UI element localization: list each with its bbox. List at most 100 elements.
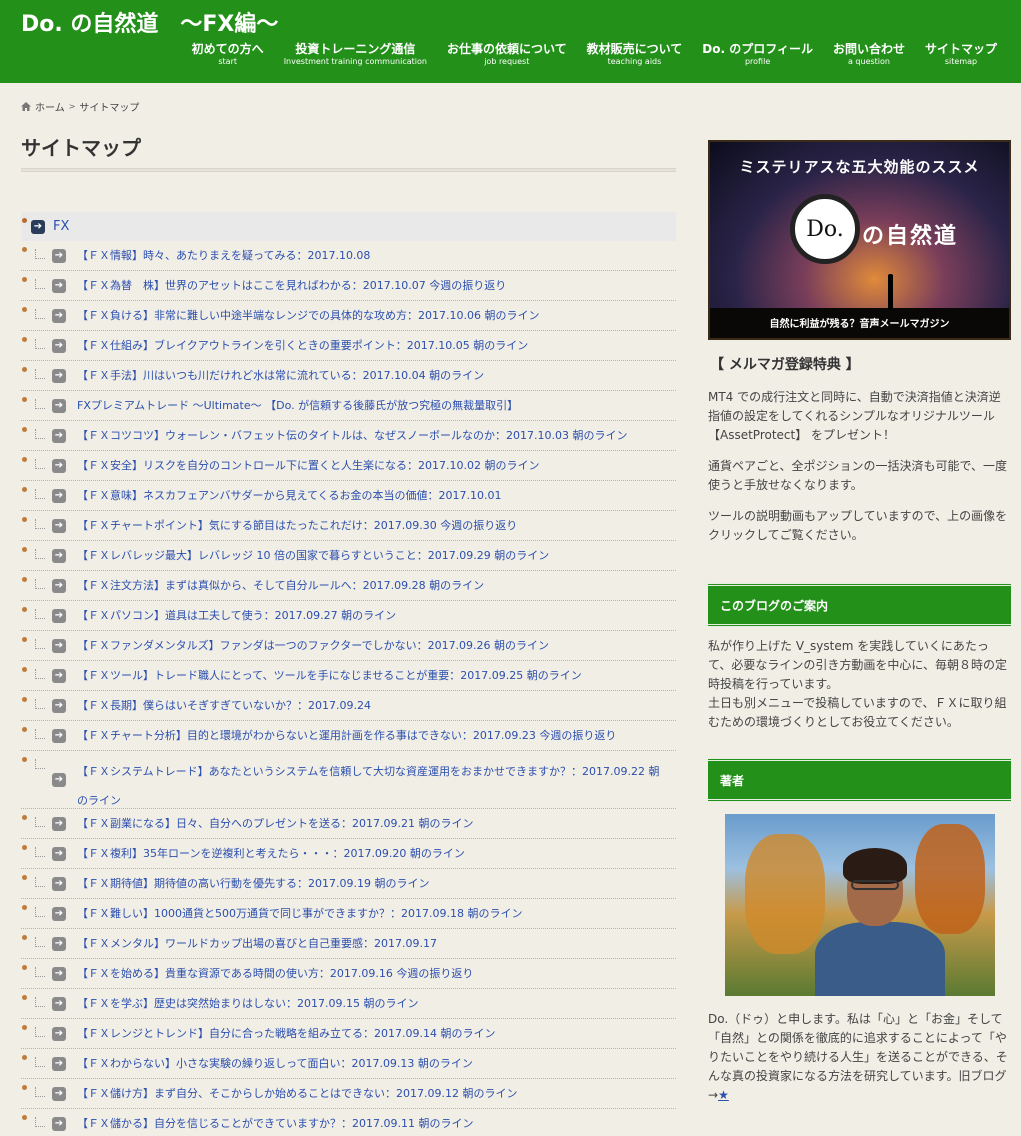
nav-item-job-request[interactable]: お仕事の依頼について job request xyxy=(437,42,577,72)
post-link[interactable]: 【ＦＸパソコン】道具は工夫して使う：2017.09.27 朝のライン xyxy=(77,601,396,630)
post-link[interactable]: 【ＦＸコツコツ】ウォーレン・バフェット伝のタイトルは、なぜスノーボールなのか：2… xyxy=(77,421,627,450)
post-link[interactable]: 【ＦＸ副業になる】日々、自分へのプレゼントを送る：2017.09.21 朝のライ… xyxy=(77,809,473,838)
bullet-dot xyxy=(22,875,27,880)
post-link[interactable]: 【ＦＸ複利】35年ローンを逆複利と考えたら・・・：2017.09.20 朝のライ… xyxy=(77,839,465,868)
nav-item-start[interactable]: 初めての方へ start xyxy=(182,42,274,72)
post-link[interactable]: 【ＦＸを学ぶ】歴史は突然始まりはしない：2017.09.15 朝のライン xyxy=(77,989,418,1018)
mailmag-heading: 【 メルマガ登録特典 】 xyxy=(710,357,860,373)
bullet-dot xyxy=(22,757,27,762)
list-item[interactable]: ➔ 【ＦＸチャート分析】目的と環境がわからないと運用計画を作る事はできない：201… xyxy=(21,721,676,751)
home-icon[interactable] xyxy=(21,102,31,111)
list-item[interactable]: ➔ 【ＦＸパソコン】道具は工夫して使う：2017.09.27 朝のライン xyxy=(21,601,676,631)
breadcrumb: ホーム > サイトマップ xyxy=(21,99,139,114)
list-item[interactable]: ➔ 【ＦＸ難しい】1000通貨と500万通貨で同じ事ができますか？：2017.09… xyxy=(21,899,676,929)
list-item[interactable]: ➔ 【ＦＸツール】トレード職人にとって、ツールを手になじませることが重要：2017… xyxy=(21,661,676,691)
post-link[interactable]: 【ＦＸメンタル】ワールドカップ出場の喜びと自己重要感：2017.09.17 xyxy=(77,929,437,958)
blog-guide-text: 私が作り上げた V_system を実践していくにあたって、必要なラインの引き方… xyxy=(708,637,1011,732)
post-link[interactable]: 【ＦＸチャート分析】目的と環境がわからないと運用計画を作る事はできない：2017… xyxy=(77,721,616,750)
post-link[interactable]: 【ＦＸ安全】リスクを自分のコントロール下に置くと人生楽になる：2017.10.0… xyxy=(77,451,539,480)
photo-person-hair xyxy=(842,848,907,884)
arrow-right-icon: ➔ xyxy=(52,429,66,443)
list-item[interactable]: ➔ 【ＦＸ複利】35年ローンを逆複利と考えたら・・・：2017.09.20 朝のラ… xyxy=(21,839,676,869)
post-link[interactable]: 【ＦＸ為替 株】世界のアセットはここを見ればわかる：2017.10.07 今週の… xyxy=(77,271,506,300)
list-item[interactable]: ➔ 【ＦＸファンダメンタルズ】ファンダは一つのファクターでしかない：2017.09… xyxy=(21,631,676,661)
sidebar: ミステリアスな五大効能のススメ Do. の自然道 自然に利益が残る？音声メールマ… xyxy=(708,140,1011,1105)
post-link[interactable]: 【ＦＸ仕組み】ブレイクアウトラインを引くときの重要ポイント：2017.10.05… xyxy=(77,331,528,360)
post-link[interactable]: FXプレミアムトレード ～Ultimate～ 【Do. が信頼する後藤氏が放つ究… xyxy=(77,391,518,420)
bullet-dot xyxy=(22,1055,27,1060)
mailmag-banner[interactable]: ミステリアスな五大効能のススメ Do. の自然道 自然に利益が残る？音声メールマ… xyxy=(708,140,1011,340)
list-item[interactable]: ➔ 【ＦＸ為替 株】世界のアセットはここを見ればわかる：2017.10.07 今週… xyxy=(21,271,676,301)
post-link[interactable]: 【ＦＸレンジとトレンド】自分に合った戦略を組み立てる：2017.09.14 朝の… xyxy=(77,1019,495,1048)
list-item[interactable]: ➔ 【ＦＸコツコツ】ウォーレン・バフェット伝のタイトルは、なぜスノーボールなのか：… xyxy=(21,421,676,451)
post-link[interactable]: 【ＦＸ情報】時々、あたりまえを疑ってみる：2017.10.08 xyxy=(77,241,370,270)
list-item[interactable]: ➔ FXプレミアムトレード ～Ultimate～ 【Do. が信頼する後藤氏が放つ… xyxy=(21,391,676,421)
bullet-dot xyxy=(22,637,27,642)
photo-tree xyxy=(914,824,985,934)
post-link[interactable]: 【ＦＸ儲け方】まず自分、そこからしか始めることはできない：2017.09.12 … xyxy=(77,1079,517,1108)
nav-item-training[interactable]: 投資トレーニング通信 Investment training communicat… xyxy=(274,42,437,72)
list-item[interactable]: ➔ 【ＦＸ期待値】期待値の高い行動を優先する：2017.09.19 朝のライン xyxy=(21,869,676,899)
category-row[interactable]: ➔ FX xyxy=(21,212,676,241)
post-link[interactable]: 【ＦＸ意味】ネスカフェアンバサダーから見えてくるお金の本当の価値：2017.10… xyxy=(77,481,501,510)
list-item[interactable]: ➔ 【ＦＸ儲かる】自分を信じることができていますか？：2017.09.11 朝のラ… xyxy=(21,1109,676,1136)
post-link[interactable]: 【ＦＸ儲かる】自分を信じることができていますか？：2017.09.11 朝のライ… xyxy=(77,1109,473,1136)
post-link[interactable]: 【ＦＸ注文方法】まずは真似から、そして自分ルールへ：2017.09.28 朝のラ… xyxy=(77,571,484,600)
tree-connector xyxy=(35,759,45,769)
arrow-right-icon: ➔ xyxy=(52,399,66,413)
list-item[interactable]: ➔ 【ＦＸを始める】貴重な資源である時間の使い方：2017.09.16 今週の振り… xyxy=(21,959,676,989)
nav-item-question[interactable]: お問い合わせ a question xyxy=(823,42,915,72)
post-link[interactable]: 【ＦＸ期待値】期待値の高い行動を優先する：2017.09.19 朝のライン xyxy=(77,869,429,898)
nav-item-sitemap[interactable]: サイトマップ sitemap xyxy=(915,42,1007,72)
tree-connector xyxy=(35,459,45,469)
list-item[interactable]: ➔ 【ＦＸ副業になる】日々、自分へのプレゼントを送る：2017.09.21 朝のラ… xyxy=(21,809,676,839)
post-link[interactable]: 【ＦＸ長期】僕らはいそぎすぎていないか？：2017.09.24 xyxy=(77,691,371,720)
tree-connector xyxy=(35,339,45,349)
list-item[interactable]: ➔ 【ＦＸわからない】小さな実験の繰り返しって面白い：2017.09.13 朝のラ… xyxy=(21,1049,676,1079)
post-link[interactable]: 【ＦＸ負ける】非常に難しい中途半端なレンジでの具体的な攻め方：2017.10.0… xyxy=(77,301,539,330)
list-item[interactable]: ➔ 【ＦＸ長期】僕らはいそぎすぎていないか？：2017.09.24 xyxy=(21,691,676,721)
list-item[interactable]: ➔ 【ＦＸ注文方法】まずは真似から、そして自分ルールへ：2017.09.28 朝の… xyxy=(21,571,676,601)
list-item[interactable]: ➔ 【ＦＸ負ける】非常に難しい中途半端なレンジでの具体的な攻め方：2017.10.… xyxy=(21,301,676,331)
list-item[interactable]: ➔ 【ＦＸ手法】川はいつも川だけれど水は常に流れている：2017.10.04 朝の… xyxy=(21,361,676,391)
bullet-dot xyxy=(22,815,27,820)
post-link[interactable]: 【ＦＸレバレッジ最大】レバレッジ 10 倍の国家で暮らすということ：2017.0… xyxy=(77,541,549,570)
post-link[interactable]: 【ＦＸを始める】貴重な資源である時間の使い方：2017.09.16 今週の振り返… xyxy=(77,959,473,988)
list-item[interactable]: ➔ 【ＦＸ仕組み】ブレイクアウトラインを引くときの重要ポイント：2017.10.0… xyxy=(21,331,676,361)
post-link[interactable]: 【ＦＸわからない】小さな実験の繰り返しって面白い：2017.09.13 朝のライ… xyxy=(77,1049,473,1078)
arrow-right-icon: ➔ xyxy=(52,773,66,787)
list-item[interactable]: ➔ 【ＦＸシステムトレード】あなたというシステムを信頼して大切な資産運用をおまかせ… xyxy=(21,751,676,809)
list-item[interactable]: ➔ 【ＦＸメンタル】ワールドカップ出場の喜びと自己重要感：2017.09.17 xyxy=(21,929,676,959)
tree-connector xyxy=(35,817,45,827)
tree-connector xyxy=(35,249,45,259)
list-item[interactable]: ➔ 【ＦＸ儲け方】まず自分、そこからしか始めることはできない：2017.09.12… xyxy=(21,1079,676,1109)
nav-item-profile[interactable]: Do. のプロフィール profile xyxy=(692,42,823,72)
list-item[interactable]: ➔ 【ＦＸレバレッジ最大】レバレッジ 10 倍の国家で暮らすということ：2017.… xyxy=(21,541,676,571)
post-link[interactable]: 【ＦＸファンダメンタルズ】ファンダは一つのファクターでしかない：2017.09.… xyxy=(77,631,549,660)
list-item[interactable]: ➔ 【ＦＸレンジとトレンド】自分に合った戦略を組み立てる：2017.09.14 朝… xyxy=(21,1019,676,1049)
category-link-fx[interactable]: FX xyxy=(53,219,69,234)
site-title[interactable]: Do. の自然道 ～FX編～ xyxy=(21,6,278,38)
list-item[interactable]: ➔ 【ＦＸチャートポイント】気にする節目はたったこれだけ：2017.09.30 今… xyxy=(21,511,676,541)
author-heading: 著者 xyxy=(708,758,1011,802)
arrow-right-icon: ➔ xyxy=(52,459,66,473)
nav-item-teaching-aids[interactable]: 教材販売について teaching aids xyxy=(577,42,693,72)
post-link[interactable]: 【ＦＸシステムトレード】あなたというシステムを信頼して大切な資産運用をおまかせで… xyxy=(77,757,667,815)
breadcrumb-home-link[interactable]: ホーム xyxy=(35,99,65,114)
list-item[interactable]: ➔ 【ＦＸを学ぶ】歴史は突然始まりはしない：2017.09.15 朝のライン xyxy=(21,989,676,1019)
tree-connector xyxy=(35,937,45,947)
list-item[interactable]: ➔ 【ＦＸ意味】ネスカフェアンバサダーから見えてくるお金の本当の価値：2017.1… xyxy=(21,481,676,511)
tree-connector xyxy=(35,399,45,409)
old-blog-link[interactable]: ★ xyxy=(718,1088,729,1102)
arrow-right-icon: ➔ xyxy=(52,1117,66,1131)
bullet-dot xyxy=(22,218,27,223)
post-link[interactable]: 【ＦＸチャートポイント】気にする節目はたったこれだけ：2017.09.30 今週… xyxy=(77,511,517,540)
arrow-right-icon: ➔ xyxy=(52,1027,66,1041)
list-item[interactable]: ➔ 【ＦＸ安全】リスクを自分のコントロール下に置くと人生楽になる：2017.10.… xyxy=(21,451,676,481)
post-link[interactable]: 【ＦＸツール】トレード職人にとって、ツールを手になじませることが重要：2017.… xyxy=(77,661,582,690)
post-link[interactable]: 【ＦＸ難しい】1000通貨と500万通貨で同じ事ができますか？：2017.09.… xyxy=(77,899,522,928)
list-item[interactable]: ➔ 【ＦＸ情報】時々、あたりまえを疑ってみる：2017.10.08 xyxy=(21,241,676,271)
bullet-dot xyxy=(22,547,27,552)
post-link[interactable]: 【ＦＸ手法】川はいつも川だけれど水は常に流れている：2017.10.04 朝のラ… xyxy=(77,361,484,390)
bullet-dot xyxy=(22,247,27,252)
